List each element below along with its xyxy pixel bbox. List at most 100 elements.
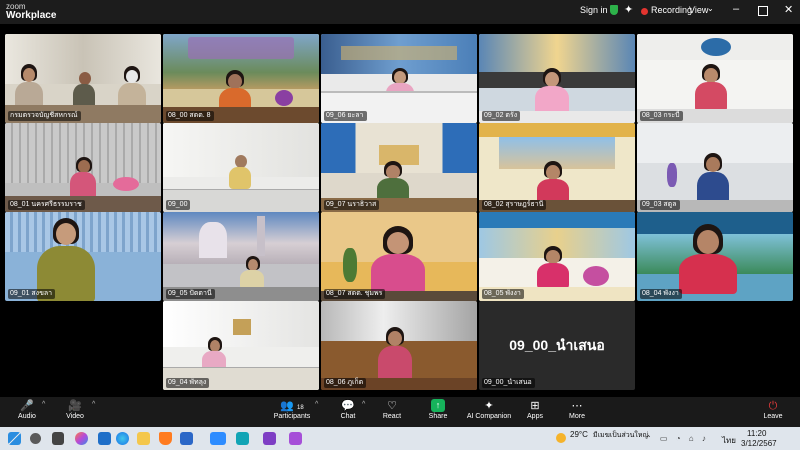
participants-icon: 👥 18 <box>280 400 304 412</box>
app-icon[interactable] <box>289 432 302 445</box>
more-label: More <box>569 413 585 420</box>
participant-name: 08_03 กระบี่ <box>640 111 683 121</box>
react-button[interactable]: ♡ React <box>380 399 404 420</box>
brand-large: Workplace <box>6 10 57 21</box>
chat-label: Chat <box>340 413 356 420</box>
participants-label: Participants <box>273 413 311 420</box>
participant-name: 08_04 พังงา <box>640 289 682 299</box>
audio-button[interactable]: 🎤 Audio <box>14 399 40 420</box>
remote-desktop-icon[interactable] <box>236 432 249 445</box>
sign-in-button[interactable]: Sign in <box>580 5 608 15</box>
microphone-icon: 🎤 <box>20 400 34 412</box>
ai-companion-label: AI Companion <box>466 413 512 420</box>
video-tile[interactable]: 08_04 พังงา <box>637 212 793 301</box>
chevron-down-icon[interactable]: ⌄ <box>707 4 714 13</box>
ai-companion-button[interactable]: ✦ AI Companion <box>466 399 512 420</box>
leave-label: Leave <box>763 413 783 420</box>
participant-name: 08_07 สตต. ชุมพร <box>324 289 386 299</box>
apps-grid-icon: ⊞ <box>530 400 540 412</box>
clock-time[interactable]: 11:20 <box>747 429 766 438</box>
recording-indicator[interactable]: Recording <box>651 5 692 15</box>
vlc-icon[interactable] <box>159 432 172 445</box>
windows-start-icon[interactable] <box>8 432 21 445</box>
file-explorer-icon[interactable] <box>137 432 150 445</box>
apps-label: Apps <box>527 413 543 420</box>
share-screen-button[interactable]: ↑ Share <box>426 399 450 420</box>
participant-name: 08_01 นครศรีธรรมราช <box>8 200 85 210</box>
participants-button[interactable]: 👥 18 Participants <box>272 399 312 420</box>
participant-name: 08_05 พังงา <box>482 289 524 299</box>
more-button[interactable]: ⋯ More <box>566 399 588 420</box>
meeting-controls-bar: 🎤 Audio ^ 🎥 Video ^ 👥 18 Participants ^ … <box>0 397 800 427</box>
participant-name: 09_05 ปัตตานี <box>166 289 215 299</box>
security-shield-icon[interactable] <box>610 5 618 15</box>
chat-button[interactable]: 💬 Chat <box>336 399 360 420</box>
video-tile[interactable]: 09_00 <box>163 123 319 212</box>
edge-browser-icon[interactable] <box>116 432 129 445</box>
video-options-chevron-icon[interactable]: ^ <box>92 401 95 408</box>
close-window-button[interactable]: ✕ <box>784 3 793 16</box>
share-label: Share <box>428 413 448 420</box>
search-icon[interactable] <box>30 433 41 444</box>
ai-sparkle-icon[interactable]: ✦ <box>624 3 633 16</box>
video-tile-active-speaker[interactable]: 08_00 สตต. 8 <box>163 34 319 123</box>
react-label: React <box>382 413 402 420</box>
view-menu-button[interactable]: View <box>689 5 708 15</box>
video-tile[interactable]: 08_03 กระบี่ <box>637 34 793 123</box>
chat-bubble-icon: 💬 <box>341 400 355 412</box>
video-tile[interactable]: กรมตรวจบัญชีสหกรณ์ <box>5 34 161 123</box>
copilot-icon[interactable] <box>75 432 88 445</box>
leave-door-icon: ⏻ <box>768 400 778 412</box>
zoom-workplace-logo: zoom Workplace <box>6 2 57 21</box>
participant-name: 09_02 ตรัง <box>482 111 521 121</box>
video-tile[interactable]: 08_06 ภูเก็ต <box>321 301 477 390</box>
participant-name: 09_01 สงขลา <box>8 289 56 299</box>
audio-label: Audio <box>18 413 36 420</box>
system-tray-icons[interactable]: ⌃ ▭ ◔ ⌂ ♪ <box>645 434 709 443</box>
clock-date[interactable]: 3/12/2567 <box>741 439 777 448</box>
video-tile[interactable]: 09_02 ตรัง <box>479 34 635 123</box>
share-arrow-icon: ↑ <box>431 399 445 412</box>
store-icon[interactable] <box>98 432 111 445</box>
video-label: Video <box>66 413 84 420</box>
participants-count: 18 <box>297 405 304 411</box>
minimize-window-button[interactable]: – <box>733 3 739 15</box>
participant-name: 08_00 สตต. 8 <box>166 111 214 121</box>
participants-options-chevron-icon[interactable]: ^ <box>315 401 318 408</box>
participant-name: 09_07 นราธิวาส <box>324 200 380 210</box>
video-tile[interactable]: 09_05 ปัตตานี <box>163 212 319 301</box>
participant-name: 09_06 ยะลา <box>324 111 367 121</box>
app-icon[interactable] <box>263 432 276 445</box>
presenter-tile[interactable]: 09_00_นำเสนอ 09_00_นำเสนอ <box>479 301 635 390</box>
chat-options-chevron-icon[interactable]: ^ <box>362 401 365 408</box>
participant-name: 08_06 ภูเก็ต <box>324 378 367 388</box>
zoom-app-icon[interactable] <box>210 432 226 445</box>
participant-name: 09_04 พัทลุง <box>166 378 210 388</box>
video-tile[interactable]: 08_01 นครศรีธรรมราช <box>5 123 161 212</box>
more-dots-icon: ⋯ <box>571 400 583 412</box>
maximize-window-button[interactable] <box>758 6 768 16</box>
participant-name: 09_00_นำเสนอ <box>482 378 535 388</box>
participant-name: 09_03 สตูล <box>640 200 680 210</box>
video-tile[interactable]: 08_05 พังงา <box>479 212 635 301</box>
audio-options-chevron-icon[interactable]: ^ <box>42 401 45 408</box>
input-language[interactable]: ไทย <box>722 434 736 447</box>
video-camera-icon: 🎥 <box>68 400 82 412</box>
video-tile[interactable]: 09_06 ยะลา <box>321 34 477 123</box>
temperature[interactable]: 29°C <box>570 430 588 439</box>
heart-icon: ♡ <box>387 400 397 412</box>
apps-button[interactable]: ⊞ Apps <box>524 399 546 420</box>
task-view-icon[interactable] <box>52 432 64 445</box>
video-tile[interactable]: 09_03 สตูล <box>637 123 793 212</box>
outlook-icon[interactable] <box>180 432 193 445</box>
video-tile[interactable]: 08_07 สตต. ชุมพร <box>321 212 477 301</box>
video-tile[interactable]: 08_02 สุราษฎร์ธานี <box>479 123 635 212</box>
title-bar: zoom Workplace Sign in ✦ Recording View … <box>0 0 800 24</box>
video-button[interactable]: 🎥 Video <box>62 399 88 420</box>
presenter-display-name: 09_00_นำเสนอ <box>509 337 605 353</box>
leave-meeting-button[interactable]: ⏻ Leave <box>762 399 784 420</box>
weather-description[interactable]: มีเมฆเป็นส่วนใหญ่ <box>593 430 648 441</box>
video-tile[interactable]: 09_01 สงขลา <box>5 212 161 301</box>
video-tile[interactable]: 09_04 พัทลุง <box>163 301 319 390</box>
video-tile[interactable]: 09_07 นราธิวาส <box>321 123 477 212</box>
